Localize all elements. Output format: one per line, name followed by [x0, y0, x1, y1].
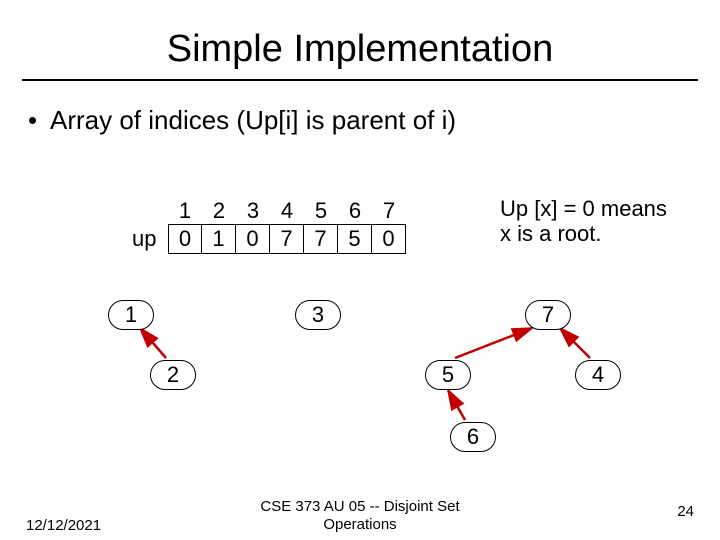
- bullet-text: Array of indices (Up[i] is parent of i): [0, 81, 720, 136]
- edge-2-1: [140, 328, 166, 358]
- tree-node-3: 3: [295, 300, 341, 330]
- tree-node-4: 4: [575, 360, 621, 390]
- value-cell: 1: [202, 224, 236, 254]
- tree-node-1: 1: [108, 300, 154, 330]
- tree-node-7: 7: [525, 300, 571, 330]
- tree-diagram: 1 2 3 7 5 4 6: [0, 290, 720, 500]
- value-cell: 0: [372, 224, 406, 254]
- index-row: 1 2 3 4 5 6 7: [168, 198, 406, 224]
- array-label: up: [132, 226, 156, 252]
- slide: Simple Implementation Array of indices (…: [0, 0, 720, 540]
- tree-edges: [0, 290, 720, 500]
- value-cell: 0: [168, 224, 202, 254]
- edge-4-7: [560, 328, 590, 358]
- value-cell: 7: [270, 224, 304, 254]
- tree-node-2: 2: [150, 360, 196, 390]
- note-line: Up [x] = 0 means: [500, 196, 667, 221]
- note-line: x is a root.: [500, 221, 601, 246]
- value-cell: 5: [338, 224, 372, 254]
- index-cell: 4: [270, 198, 304, 224]
- tree-node-5: 5: [425, 360, 471, 390]
- tree-node-6: 6: [450, 422, 496, 452]
- index-cell: 3: [236, 198, 270, 224]
- index-cell: 6: [338, 198, 372, 224]
- index-cell: 1: [168, 198, 202, 224]
- index-cell: 7: [372, 198, 406, 224]
- up-array: up 1 2 3 4 5 6 7 0 1 0 7 7 5 0: [168, 198, 406, 254]
- index-cell: 2: [202, 198, 236, 224]
- index-cell: 5: [304, 198, 338, 224]
- edge-6-5: [448, 390, 465, 420]
- value-row: 0 1 0 7 7 5 0: [168, 224, 406, 254]
- footer-course: CSE 373 AU 05 -- Disjoint SetOperations: [0, 498, 720, 534]
- value-cell: 0: [236, 224, 270, 254]
- root-note: Up [x] = 0 means x is a root.: [500, 196, 667, 247]
- page-number: 24: [677, 503, 694, 520]
- edge-5-7: [455, 328, 532, 358]
- value-cell: 7: [304, 224, 338, 254]
- slide-title: Simple Implementation: [0, 0, 720, 71]
